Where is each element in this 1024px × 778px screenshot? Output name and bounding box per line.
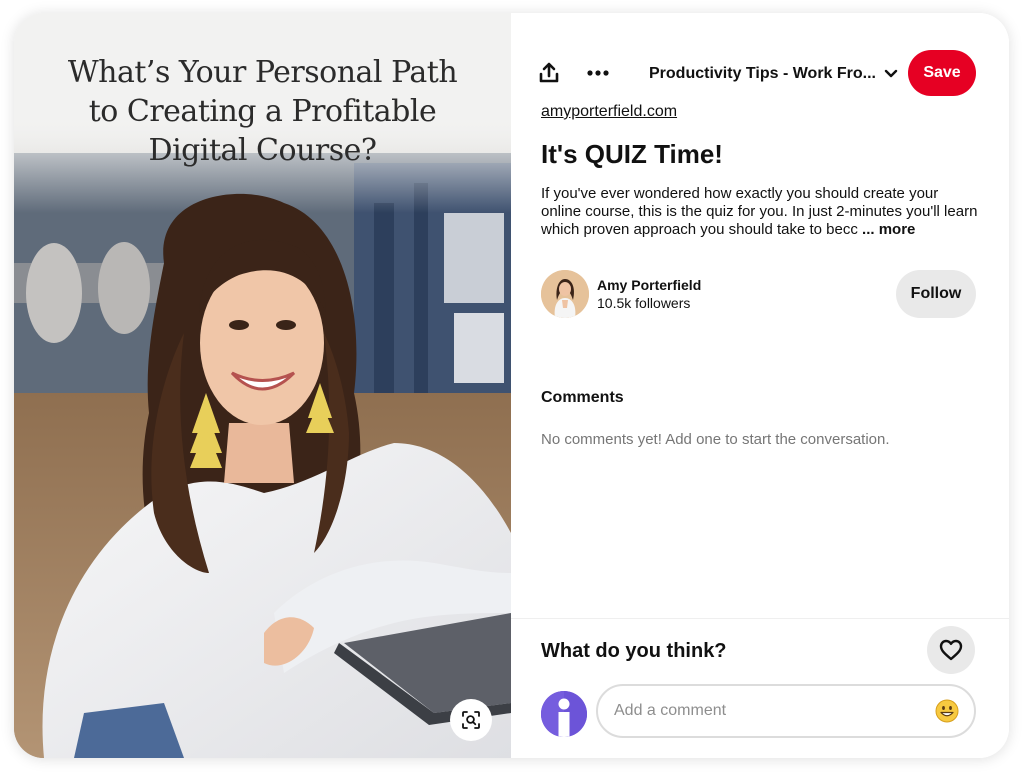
footer-divider bbox=[511, 618, 1009, 619]
user-avatar-icon bbox=[541, 691, 587, 737]
no-comments-message: No comments yet! Add one to start the co… bbox=[541, 431, 890, 448]
share-button[interactable] bbox=[531, 55, 567, 91]
react-heart-button[interactable] bbox=[927, 626, 975, 674]
pin-image-headline-line: to Creating a Profitable bbox=[88, 94, 437, 129]
comment-input-box bbox=[596, 684, 976, 738]
pin-image[interactable]: What’s Your Personal Path to Creating a … bbox=[14, 13, 511, 758]
heart-icon bbox=[939, 639, 963, 661]
follow-button[interactable]: Follow bbox=[896, 270, 976, 318]
creator-follower-count: 10.5k followers bbox=[597, 295, 691, 311]
source-link[interactable]: amyporterfield.com bbox=[541, 103, 677, 121]
pin-description: If you've ever wondered how exactly you … bbox=[541, 185, 981, 239]
board-picker-dropdown[interactable]: Productivity Tips - Work Fro... bbox=[649, 60, 898, 88]
creator-row: Amy Porterfield 10.5k followers Follow bbox=[541, 270, 981, 318]
emoji-smile-icon bbox=[935, 699, 959, 723]
pin-title: It's QUIZ Time! bbox=[541, 139, 723, 169]
more-options-button[interactable] bbox=[580, 55, 616, 91]
comments-heading: Comments bbox=[541, 389, 624, 406]
description-more-link[interactable]: ... more bbox=[862, 221, 915, 238]
pin-details-panel: Productivity Tips - Work Fro... Save amy… bbox=[511, 13, 1009, 758]
pin-closeup-card: What’s Your Personal Path to Creating a … bbox=[14, 13, 1009, 758]
pin-image-headline-line: Digital Course? bbox=[148, 133, 377, 168]
reaction-prompt: What do you think? bbox=[541, 640, 727, 662]
visual-search-button[interactable] bbox=[450, 699, 492, 741]
board-name: Productivity Tips - Work Fro... bbox=[649, 65, 876, 82]
chevron-down-icon bbox=[884, 69, 898, 78]
save-button[interactable]: Save bbox=[908, 50, 976, 96]
creator-name[interactable]: Amy Porterfield bbox=[597, 277, 701, 293]
pin-image-headline-line: What’s Your Personal Path bbox=[67, 55, 458, 90]
creator-avatar-photo bbox=[541, 270, 589, 318]
creator-avatar[interactable] bbox=[541, 270, 589, 318]
share-upload-icon bbox=[539, 62, 559, 83]
emoji-picker-button[interactable] bbox=[934, 698, 960, 724]
pin-toolbar: Productivity Tips - Work Fro... Save bbox=[511, 50, 1009, 98]
pin-image-headline: What’s Your Personal Path to Creating a … bbox=[14, 53, 511, 170]
comment-input[interactable] bbox=[614, 698, 924, 724]
more-dots-icon bbox=[587, 70, 609, 76]
current-user-avatar[interactable] bbox=[541, 691, 587, 737]
visual-search-lens-icon bbox=[462, 711, 480, 729]
